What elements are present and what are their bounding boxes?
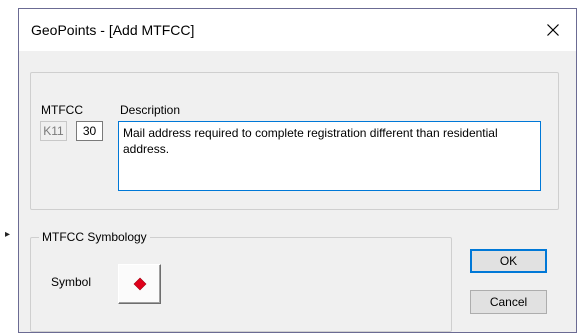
cancel-button[interactable]: Cancel: [470, 290, 547, 314]
add-mtfcc-dialog: GeoPoints - [Add MTFCC] MTFCC Descriptio…: [18, 8, 577, 333]
close-icon: [547, 24, 559, 36]
description-label: Description: [120, 103, 181, 117]
mtfcc-label: MTFCC: [41, 103, 83, 117]
red-diamond-icon: [133, 277, 146, 291]
symbology-group-label: MTFCC Symbology: [39, 230, 150, 244]
description-input[interactable]: Mail address required to complete regist…: [118, 121, 541, 191]
arrow-marker-icon: ▸: [5, 229, 11, 240]
symbology-group: MTFCC Symbology: [30, 230, 452, 332]
close-button[interactable]: [530, 9, 576, 51]
symbol-button[interactable]: [118, 264, 161, 304]
symbol-label: Symbol: [51, 275, 92, 289]
mtfcc-code-input[interactable]: 30: [76, 121, 103, 141]
ok-button[interactable]: OK: [470, 249, 547, 273]
title-bar: GeoPoints - [Add MTFCC]: [19, 9, 576, 51]
mtfcc-prefix: K11: [40, 121, 67, 141]
window-title: GeoPoints - [Add MTFCC]: [31, 22, 195, 38]
